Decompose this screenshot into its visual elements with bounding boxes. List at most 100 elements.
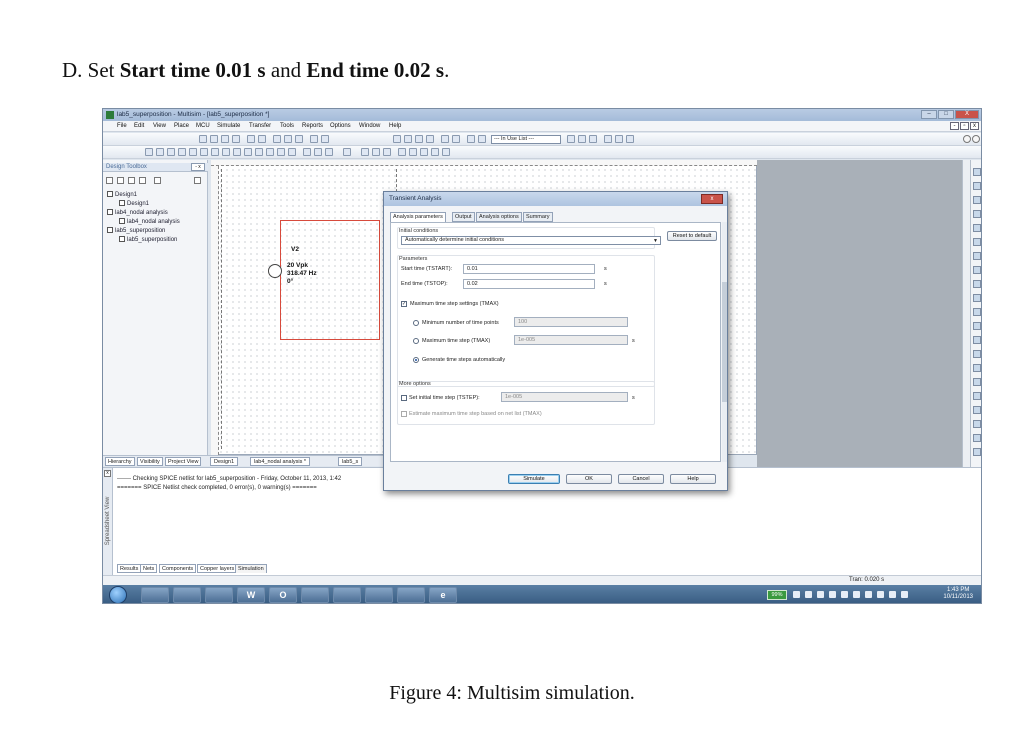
menu-mcu[interactable]: MCU: [196, 123, 210, 129]
tab-results[interactable]: Results: [117, 564, 142, 573]
max-step-input[interactable]: 1e-005: [514, 335, 628, 345]
function-generator-icon[interactable]: [973, 182, 981, 190]
dialog-scrollbar[interactable]: [722, 222, 727, 462]
flag-icon[interactable]: [901, 591, 908, 598]
tray-icon-4[interactable]: [829, 591, 836, 598]
agilent-generator-icon[interactable]: [973, 364, 981, 372]
menu-simulate[interactable]: Simulate: [217, 123, 240, 129]
tab-nets[interactable]: Nets: [140, 564, 158, 573]
tray-icon-5[interactable]: [841, 591, 848, 598]
dialog-scroll-thumb[interactable]: [722, 282, 727, 402]
min-points-input[interactable]: 100: [514, 317, 628, 327]
ttl-icon[interactable]: [200, 148, 208, 156]
start-time-input[interactable]: 0.01: [463, 264, 595, 274]
acrobat-taskbar-icon[interactable]: [333, 587, 361, 603]
bode-plotter-icon[interactable]: [973, 238, 981, 246]
print-preview-icon[interactable]: [258, 135, 266, 143]
ok-button[interactable]: OK: [566, 474, 612, 484]
postprocessor-icon[interactable]: [415, 135, 423, 143]
maximize-button[interactable]: □: [938, 110, 954, 119]
basic-icon[interactable]: [156, 148, 164, 156]
tree-item-design1-root[interactable]: Design1: [107, 191, 137, 198]
diode-icon[interactable]: [167, 148, 175, 156]
generate-auto-radio[interactable]: [413, 357, 419, 363]
labview-icon[interactable]: [973, 434, 981, 442]
spreadsheet-icon[interactable]: [478, 135, 486, 143]
paste-icon[interactable]: [295, 135, 303, 143]
step-over-icon[interactable]: [420, 148, 428, 156]
delete-design-icon[interactable]: [154, 177, 161, 184]
measurement-probe-icon[interactable]: [973, 420, 981, 428]
menu-file[interactable]: File: [117, 123, 127, 129]
menu-reports[interactable]: Reports: [302, 123, 323, 129]
breadboard-icon[interactable]: [467, 135, 475, 143]
analog-icon[interactable]: [189, 148, 197, 156]
battery-indicator[interactable]: 99%: [767, 590, 787, 600]
misc-icon[interactable]: [255, 148, 263, 156]
back-annotate-icon[interactable]: [578, 135, 586, 143]
logic-analyzer-icon[interactable]: [973, 294, 981, 302]
iv-analyzer-icon[interactable]: [973, 308, 981, 316]
signal-icon[interactable]: [877, 591, 884, 598]
tray-icon-3[interactable]: [817, 591, 824, 598]
tab-design1[interactable]: Design1: [210, 457, 239, 466]
cut-icon[interactable]: [273, 135, 281, 143]
electromech-icon[interactable]: [266, 148, 274, 156]
indicator-icon[interactable]: [233, 148, 241, 156]
save-icon[interactable]: [232, 135, 240, 143]
new-icon[interactable]: [199, 135, 207, 143]
ladder-rungs-icon[interactable]: [343, 148, 351, 156]
system-clock[interactable]: 1:43 PM 10/11/2013: [943, 587, 973, 601]
menu-tools[interactable]: Tools: [280, 123, 294, 129]
save-design-icon[interactable]: [128, 177, 135, 184]
project-icon[interactable]: [194, 177, 201, 184]
tab-copper-layers[interactable]: Copper layers: [197, 564, 238, 573]
grapher-icon[interactable]: [404, 135, 412, 143]
four-channel-scope-icon[interactable]: [973, 224, 981, 232]
cmos-icon[interactable]: [211, 148, 219, 156]
tray-icon-2[interactable]: [805, 591, 812, 598]
transistor-icon[interactable]: [178, 148, 186, 156]
explorer-taskbar-icon[interactable]: [141, 587, 169, 603]
undo-icon[interactable]: [310, 135, 318, 143]
cancel-button[interactable]: Cancel: [618, 474, 664, 484]
in-use-list-select[interactable]: --- In Use List ---: [491, 135, 561, 144]
tree-item-lab5-sheet[interactable]: lab5_superposition: [119, 236, 177, 243]
component-wizard-icon[interactable]: [441, 135, 449, 143]
multimeter-icon[interactable]: [973, 168, 981, 176]
redo-icon[interactable]: [321, 135, 329, 143]
dialog-close-button[interactable]: x: [701, 194, 723, 204]
tab-lab4-nodal-analysis[interactable]: lab4_nodal analysis *: [250, 457, 310, 466]
tab-output[interactable]: Output: [452, 212, 475, 222]
logic-converter-icon[interactable]: [973, 280, 981, 288]
menu-edit[interactable]: Edit: [134, 123, 144, 129]
step-out-icon[interactable]: [431, 148, 439, 156]
tab-simulation[interactable]: Simulation: [235, 564, 267, 573]
breakpoint-icon[interactable]: [442, 148, 450, 156]
open-sample-icon[interactable]: [221, 135, 229, 143]
copy-icon[interactable]: [284, 135, 292, 143]
source-icon[interactable]: [145, 148, 153, 156]
tektronix-scope-icon[interactable]: [973, 406, 981, 414]
media-taskbar-icon[interactable]: [173, 587, 201, 603]
multisim-taskbar-icon[interactable]: [397, 587, 425, 603]
current-probe-icon[interactable]: [973, 448, 981, 456]
start-button[interactable]: [109, 586, 127, 603]
word-generator-icon[interactable]: [973, 266, 981, 274]
tree-item-lab4-root[interactable]: lab4_nodal analysis: [107, 209, 168, 216]
minimize-button[interactable]: –: [921, 110, 937, 119]
design-toolbox-close-button[interactable]: - x: [191, 163, 205, 171]
tree-item-design1-sheet[interactable]: Design1: [119, 200, 149, 207]
mdi-close-button[interactable]: x: [970, 122, 979, 130]
simulate-button[interactable]: Simulate: [508, 474, 560, 484]
internet-explorer-taskbar-icon[interactable]: e: [429, 587, 457, 603]
oscilloscope-icon[interactable]: [973, 210, 981, 218]
step-into-icon[interactable]: [409, 148, 417, 156]
end-time-input[interactable]: 0.02: [463, 279, 595, 289]
rf-icon[interactable]: [277, 148, 285, 156]
probe-icon[interactable]: [567, 135, 575, 143]
volume-icon[interactable]: [889, 591, 896, 598]
tab-components[interactable]: Components: [159, 564, 197, 573]
max-step-settings-checkbox[interactable]: ✓: [401, 301, 407, 307]
stop-simulation-icon[interactable]: [383, 148, 391, 156]
